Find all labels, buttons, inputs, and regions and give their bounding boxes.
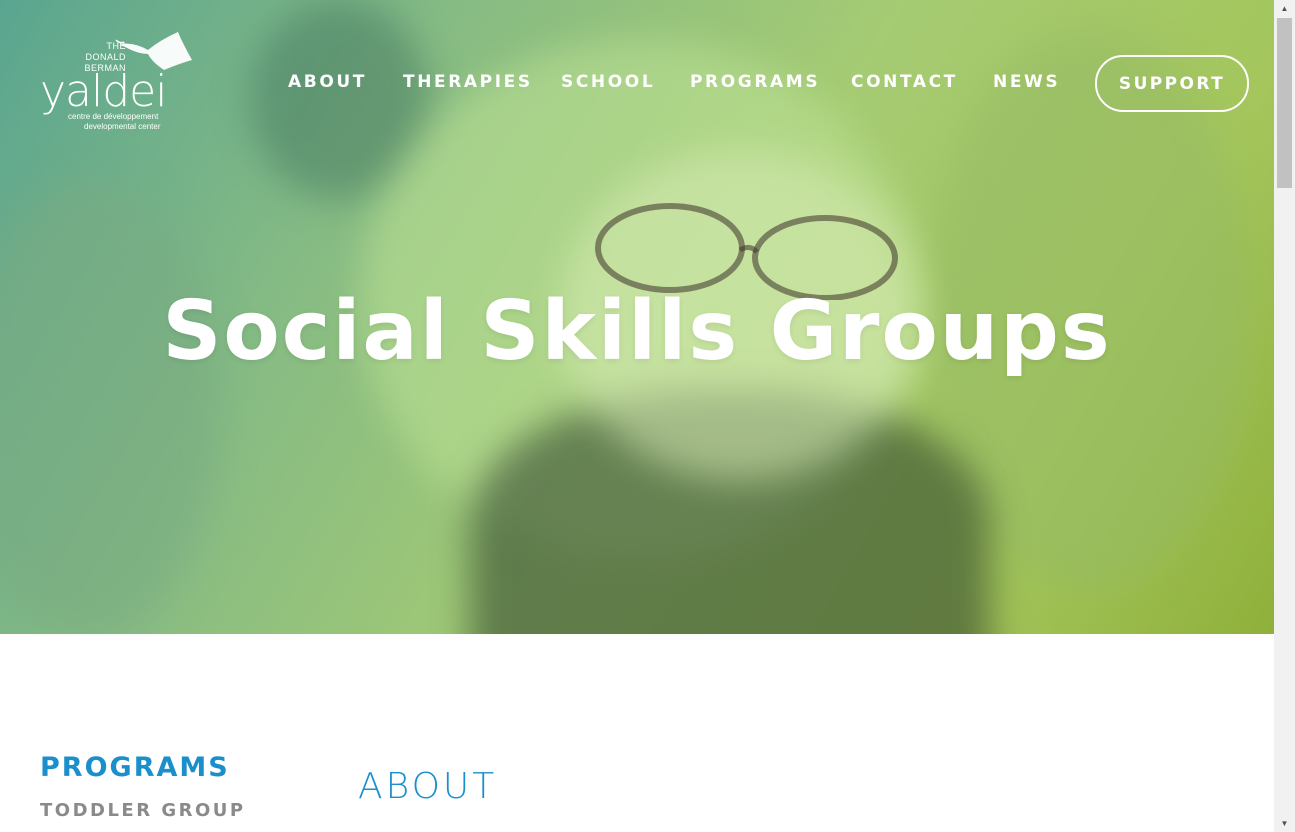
hero-banner: THE DONALD BERMAN yaldei centre de dével… <box>0 0 1274 634</box>
nav-item-contact[interactable]: CONTACT <box>851 72 958 92</box>
logo-the-text: THE <box>106 41 126 51</box>
triangle-up-icon[interactable]: ▲ <box>1274 0 1295 17</box>
site-logo[interactable]: THE DONALD BERMAN yaldei centre de dével… <box>36 30 206 136</box>
logo-donald-text: DONALD <box>85 52 126 62</box>
nav-item-therapies[interactable]: THERAPIES <box>403 72 533 92</box>
nav-item-school[interactable]: SCHOOL <box>561 72 655 92</box>
sidebar-title: PROGRAMS <box>40 752 230 783</box>
vertical-scrollbar[interactable]: ▲ ▼ <box>1274 0 1295 832</box>
nav-item-news[interactable]: NEWS <box>993 72 1060 92</box>
nav-item-about[interactable]: ABOUT <box>288 72 367 92</box>
logo-tagline-fr: centre de développement <box>68 112 159 121</box>
scrollbar-thumb[interactable] <box>1277 18 1292 188</box>
section-heading-about: ABOUT <box>358 766 498 807</box>
support-button[interactable]: SUPPORT <box>1095 55 1249 112</box>
nav-item-programs[interactable]: PROGRAMS <box>690 72 820 92</box>
triangle-down-icon[interactable]: ▼ <box>1274 815 1295 832</box>
logo-tagline-en: developmental center <box>84 122 161 131</box>
page-title: Social Skills Groups <box>162 284 1112 379</box>
hero-image-shape <box>0 180 220 634</box>
logo-wordmark: yaldei <box>40 66 167 117</box>
sidebar-item-toddler-group[interactable]: TODDLER GROUP <box>40 800 246 821</box>
